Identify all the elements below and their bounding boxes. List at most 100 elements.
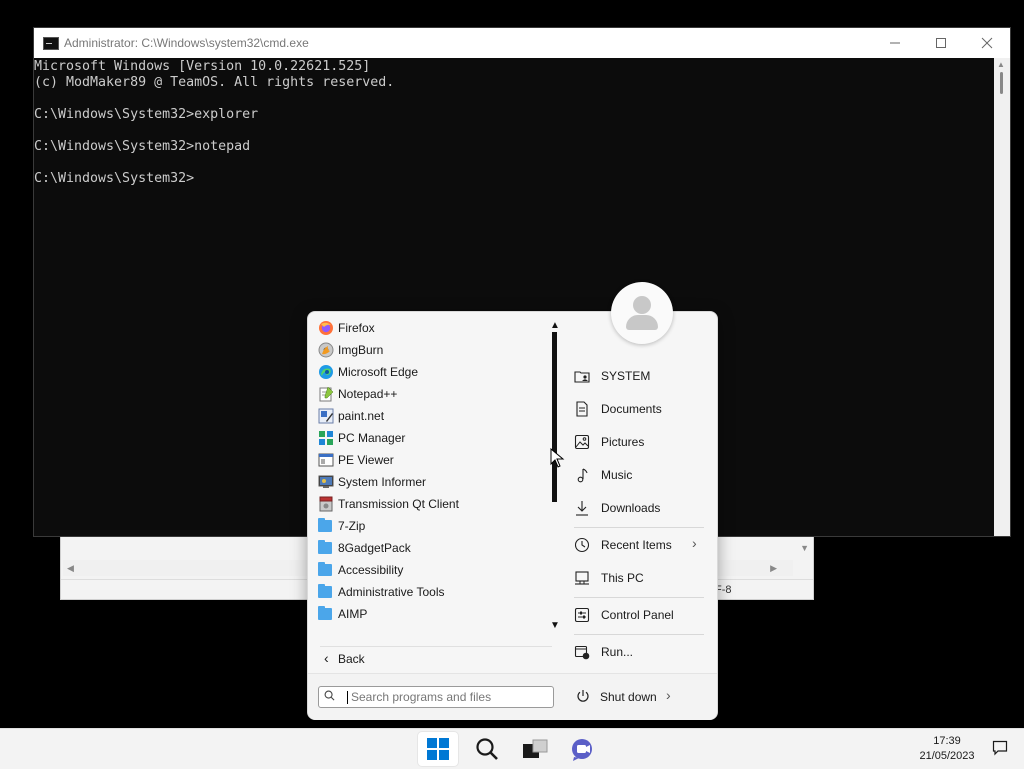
right-item-label: Downloads <box>601 501 661 515</box>
pe-viewer-icon <box>318 453 334 467</box>
right-item-label: Documents <box>601 402 662 416</box>
scroll-down-arrow-icon[interactable]: ▼ <box>800 543 809 553</box>
run-icon <box>574 645 590 660</box>
scroll-right-arrow-icon[interactable]: ▶ <box>770 563 777 574</box>
folder-icon <box>318 518 332 532</box>
system-informer-icon <box>318 475 334 488</box>
minimize-button[interactable] <box>872 28 918 58</box>
right-item-documents[interactable]: Documents <box>572 397 708 421</box>
clock-date: 21/05/2023 <box>919 750 975 762</box>
program-label: Transmission Qt Client <box>338 497 459 511</box>
recent-icon <box>574 537 590 553</box>
transmission-icon <box>319 496 333 512</box>
program-label: AIMP <box>338 607 368 621</box>
program-item-pe-viewer[interactable]: PE Viewer <box>316 449 546 471</box>
text-caret <box>347 691 348 704</box>
program-label: PC Manager <box>338 431 406 445</box>
program-item-edge[interactable]: Microsoft Edge <box>316 361 546 383</box>
right-item-this-pc[interactable]: This PC <box>572 566 708 590</box>
program-item-paintnet[interactable]: paint.net <box>316 405 546 427</box>
shutdown-label: Shut down <box>600 690 657 704</box>
right-item-control-panel[interactable]: Control Panel <box>572 603 708 627</box>
program-label: 8GadgetPack <box>338 541 411 555</box>
program-label: PE Viewer <box>338 453 394 467</box>
system-clock[interactable]: 17:39 21/05/2023 <box>912 734 982 764</box>
document-icon <box>576 401 588 417</box>
close-button[interactable] <box>964 28 1010 58</box>
this-pc-icon <box>575 571 589 585</box>
user-avatar[interactable] <box>611 282 673 344</box>
program-item-8gadgetpack[interactable]: 8GadgetPack <box>316 537 546 559</box>
scroll-thumb[interactable] <box>1000 72 1003 94</box>
task-view-button[interactable] <box>516 732 556 766</box>
right-item-pictures[interactable]: Pictures <box>572 430 708 454</box>
right-item-run[interactable]: Run... <box>572 640 708 664</box>
cmd-titlebar[interactable]: Administrator: C:\Windows\system32\cmd.e… <box>34 28 1010 58</box>
console-prompt-line[interactable]: C:\Windows\System32> <box>34 171 994 187</box>
divider <box>574 597 704 598</box>
right-item-music[interactable]: Music <box>572 463 708 487</box>
console-line: C:\Windows\System32>notepad <box>34 139 251 154</box>
user-head-shape <box>633 296 651 314</box>
program-label: Microsoft Edge <box>338 365 419 379</box>
program-item-pc-manager[interactable]: PC Manager <box>316 427 546 449</box>
shutdown-button[interactable]: Shut down › <box>574 685 684 709</box>
maximize-icon <box>936 38 946 48</box>
clock-time: 17:39 <box>933 735 961 747</box>
program-item-system-informer[interactable]: System Informer <box>316 471 546 493</box>
program-item-imgburn[interactable]: ImgBurn <box>316 339 546 361</box>
scroll-up-arrow-icon[interactable]: ▲ <box>997 60 1005 69</box>
program-item-firefox[interactable]: Firefox <box>316 317 546 339</box>
programs-scrollbar[interactable]: ▲ ▼ <box>550 320 560 631</box>
start-button[interactable] <box>418 732 458 766</box>
folder-icon <box>318 584 332 598</box>
back-button[interactable]: ‹ Back <box>320 648 552 670</box>
minimize-icon <box>890 42 900 44</box>
console-scrollbar[interactable]: ▲ <box>994 58 1010 536</box>
program-item-accessibility[interactable]: Accessibility <box>316 559 546 581</box>
console-line: (c) ModMaker89 @ TeamOS. All rights rese… <box>34 75 395 90</box>
program-item-7zip[interactable]: 7-Zip <box>316 515 546 537</box>
scroll-left-arrow-icon[interactable]: ◀ <box>67 563 74 574</box>
right-item-recent-items[interactable]: Recent Items › <box>572 533 708 557</box>
maximize-button[interactable] <box>918 28 964 58</box>
notification-icon[interactable] <box>992 740 1008 756</box>
search-input[interactable] <box>351 689 541 705</box>
program-item-transmission[interactable]: Transmission Qt Client <box>316 493 546 515</box>
pc-manager-icon <box>319 431 333 445</box>
chat-icon <box>572 739 592 761</box>
scroll-up-arrow-icon[interactable]: ▲ <box>550 320 560 331</box>
console-line: C:\Windows\System32>explorer <box>34 107 259 122</box>
pictures-icon <box>574 434 590 450</box>
right-item-label: Pictures <box>601 435 645 449</box>
console-line: Microsoft Windows [Version 10.0.22621.52… <box>34 59 371 74</box>
program-item-notepadpp[interactable]: Notepad++ <box>316 383 546 405</box>
notepadpp-icon <box>319 386 334 402</box>
program-label: ImgBurn <box>338 343 384 357</box>
program-label: System Informer <box>338 475 427 489</box>
right-item-downloads[interactable]: Downloads <box>572 496 708 520</box>
program-label: paint.net <box>338 409 385 423</box>
chevron-right-icon[interactable]: › <box>666 687 671 703</box>
program-item-aimp[interactable]: AIMP <box>316 603 546 625</box>
start-menu-bottom-bar: Shut down › <box>308 673 717 720</box>
right-item-system[interactable]: SYSTEM <box>572 364 708 388</box>
folder-icon <box>318 606 332 620</box>
search-box[interactable] <box>318 686 554 708</box>
program-item-administrative-tools[interactable]: Administrative Tools <box>316 581 546 603</box>
right-item-label: Recent Items <box>601 538 672 552</box>
start-icon <box>427 738 449 760</box>
taskbar-search-button[interactable] <box>467 732 507 766</box>
right-item-label: SYSTEM <box>601 369 651 383</box>
program-label: Accessibility <box>338 563 404 577</box>
downloads-icon <box>576 501 588 516</box>
scroll-down-arrow-icon[interactable]: ▼ <box>550 620 560 631</box>
divider <box>574 634 704 635</box>
scroll-thumb[interactable] <box>552 332 557 502</box>
divider <box>574 527 704 528</box>
chat-button[interactable] <box>564 732 604 766</box>
window-title: Administrator: C:\Windows\system32\cmd.e… <box>64 36 309 50</box>
start-menu[interactable]: Firefox ImgBurn Microsoft Edge Notepad++… <box>307 282 718 720</box>
